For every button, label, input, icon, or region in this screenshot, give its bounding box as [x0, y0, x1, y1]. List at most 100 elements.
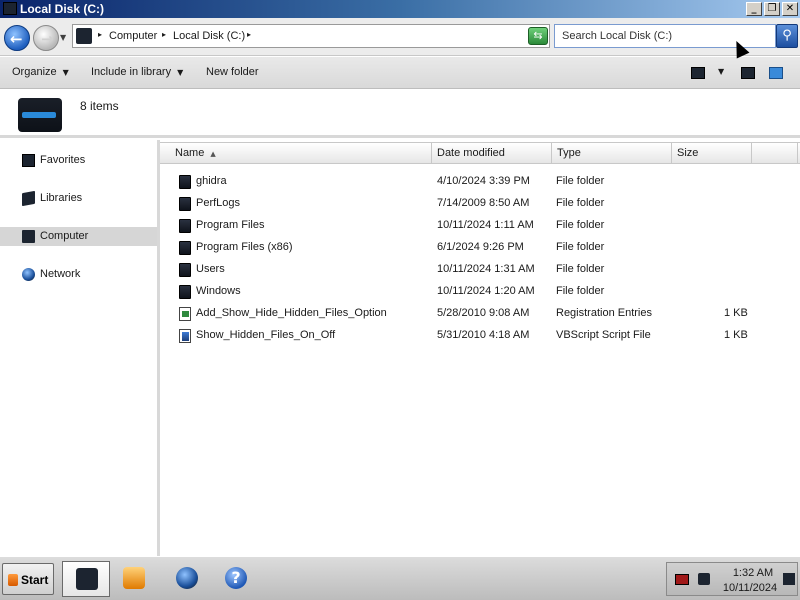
file-size: 1 KB — [724, 329, 748, 341]
file-name: Program Files — [196, 219, 265, 231]
volume-icon[interactable] — [698, 573, 710, 585]
close-button[interactable]: ✕ — [782, 2, 798, 16]
preview-pane-icon[interactable] — [741, 67, 755, 79]
column-header-spacer — [752, 143, 798, 164]
item-count: 8 items — [80, 99, 119, 113]
help-icon[interactable] — [769, 67, 783, 79]
change-view-icon[interactable] — [691, 67, 705, 79]
refresh-button[interactable]: ⇆ — [528, 27, 548, 45]
folder-icon — [179, 219, 191, 233]
folder-icon — [179, 285, 191, 299]
file-row-windows[interactable]: Windows 10/11/2024 1:20 AM File folder — [160, 281, 800, 303]
network-icon — [22, 268, 35, 281]
back-button[interactable]: ← — [4, 25, 30, 51]
folder-icon — [179, 197, 191, 211]
sidebar-item-label: Libraries — [40, 192, 83, 204]
column-header-type[interactable]: Type — [552, 143, 672, 164]
forward-button[interactable]: → — [33, 25, 59, 51]
file-row-program-files[interactable]: Program Files 10/11/2024 1:11 AM File fo… — [160, 215, 800, 237]
column-header-label: Name — [175, 147, 205, 159]
file-date: 7/14/2009 8:50 AM — [437, 197, 530, 209]
media-player-icon — [123, 567, 145, 589]
organize-menu[interactable]: Organize ▼ — [12, 66, 69, 78]
file-type: VBScript Script File — [556, 329, 651, 341]
start-label: Start — [21, 573, 49, 587]
window-title: Local Disk (C:) — [20, 2, 105, 16]
file-row-add-show-hide[interactable]: Add_Show_Hide_Hidden_Files_Option 5/28/2… — [160, 303, 800, 325]
file-type: File folder — [556, 263, 605, 275]
show-desktop-icon[interactable] — [783, 573, 795, 585]
computer-icon — [22, 230, 35, 243]
file-date: 4/10/2024 3:39 PM — [437, 175, 530, 187]
window-controls: _ ❐ ✕ — [746, 2, 798, 16]
file-name: Show_Hidden_Files_On_Off — [196, 329, 336, 341]
file-type: Registration Entries — [556, 307, 652, 319]
registry-file-icon — [179, 307, 191, 321]
file-date: 5/28/2010 9:08 AM — [437, 307, 530, 319]
column-header-size[interactable]: Size — [672, 143, 752, 164]
file-name: PerfLogs — [196, 197, 241, 209]
file-row-perflogs[interactable]: PerfLogs 7/14/2009 8:50 AM File folder — [160, 193, 800, 215]
back-arrow-icon: ← — [10, 30, 23, 48]
command-toolbar: Organize ▼ Include in library ▼ New folder… — [0, 57, 800, 89]
file-row-ghidra[interactable]: ghidra 4/10/2024 3:39 PM File folder — [160, 171, 800, 193]
file-size: 1 KB — [724, 307, 748, 319]
address-bar[interactable]: ▸ Computer ▸ Local Disk (C:) ▸ ▼ — [72, 24, 550, 48]
internet-explorer-icon — [176, 567, 198, 589]
file-type: File folder — [556, 285, 605, 297]
start-icon — [8, 574, 18, 586]
taskbar-app-media-player[interactable] — [110, 561, 158, 597]
navigation-pane: Favorites Libraries Computer Network — [0, 140, 160, 556]
details-header: 8 items — [0, 90, 800, 138]
clock-date[interactable]: 10/11/2024 — [719, 582, 781, 594]
file-row-users[interactable]: Users 10/11/2024 1:31 AM File folder — [160, 259, 800, 281]
taskbar-app-explorer[interactable] — [62, 561, 110, 597]
sidebar-item-label: Favorites — [40, 154, 86, 166]
chevron-right-icon[interactable]: ▸ — [98, 30, 102, 39]
sidebar-item-favorites[interactable]: Favorites — [0, 151, 157, 170]
maximize-button[interactable]: ❐ — [764, 2, 780, 16]
recent-pages-dropdown[interactable]: ▼ — [60, 33, 66, 42]
sidebar-item-computer[interactable]: Computer — [0, 227, 157, 246]
chevron-right-icon[interactable]: ▸ — [247, 30, 251, 39]
breadcrumb-local-disk[interactable]: Local Disk (C:) — [173, 30, 245, 42]
taskbar-app-internet-explorer[interactable] — [163, 561, 211, 597]
search-button[interactable]: ⚲ — [776, 24, 798, 48]
forward-arrow-icon: → — [41, 30, 54, 48]
explorer-icon — [76, 568, 98, 590]
sort-ascending-icon: ▲ — [210, 150, 216, 158]
file-row-program-files-x86[interactable]: Program Files (x86) 6/1/2024 9:26 PM Fil… — [160, 237, 800, 259]
start-button[interactable]: Start — [2, 563, 54, 595]
include-in-library-menu[interactable]: Include in library ▼ — [91, 66, 183, 78]
minimize-button[interactable]: _ — [746, 2, 762, 16]
file-date: 5/31/2010 4:18 AM — [437, 329, 530, 341]
file-type: File folder — [556, 197, 605, 209]
chevron-down-icon: ▼ — [177, 68, 184, 77]
file-name: ghidra — [196, 175, 227, 187]
clock-time[interactable]: 1:32 AM — [727, 567, 779, 579]
file-name: Add_Show_Hide_Hidden_Files_Option — [196, 307, 387, 319]
column-header-name[interactable]: Name ▲ — [160, 143, 432, 164]
chevron-right-icon[interactable]: ▸ — [162, 30, 166, 39]
sidebar-item-label: Network — [40, 268, 81, 280]
breadcrumb-computer[interactable]: Computer — [109, 30, 157, 42]
vbscript-file-icon — [179, 329, 191, 343]
drive-icon — [3, 2, 17, 15]
taskbar-app-help[interactable]: ? — [212, 561, 260, 597]
sidebar-item-libraries[interactable]: Libraries — [0, 189, 157, 208]
file-date: 10/11/2024 1:11 AM — [437, 219, 534, 231]
new-folder-button[interactable]: New folder — [206, 66, 259, 78]
file-row-show-hidden[interactable]: Show_Hidden_Files_On_Off 5/31/2010 4:18 … — [160, 325, 800, 347]
file-name: Users — [196, 263, 225, 275]
file-type: File folder — [556, 241, 605, 253]
drive-icon — [76, 28, 92, 44]
title-bar: Local Disk (C:) _ ❐ ✕ — [0, 0, 800, 18]
action-center-icon[interactable] — [675, 574, 689, 585]
column-headers: Name ▲ Date modified Type Size — [160, 142, 800, 164]
chevron-down-icon[interactable]: ▼ — [718, 67, 724, 76]
sidebar-item-network[interactable]: Network — [0, 265, 157, 284]
file-date: 10/11/2024 1:20 AM — [437, 285, 535, 297]
folder-icon — [179, 263, 191, 277]
libraries-icon — [22, 190, 35, 207]
column-header-date-modified[interactable]: Date modified — [432, 143, 552, 164]
